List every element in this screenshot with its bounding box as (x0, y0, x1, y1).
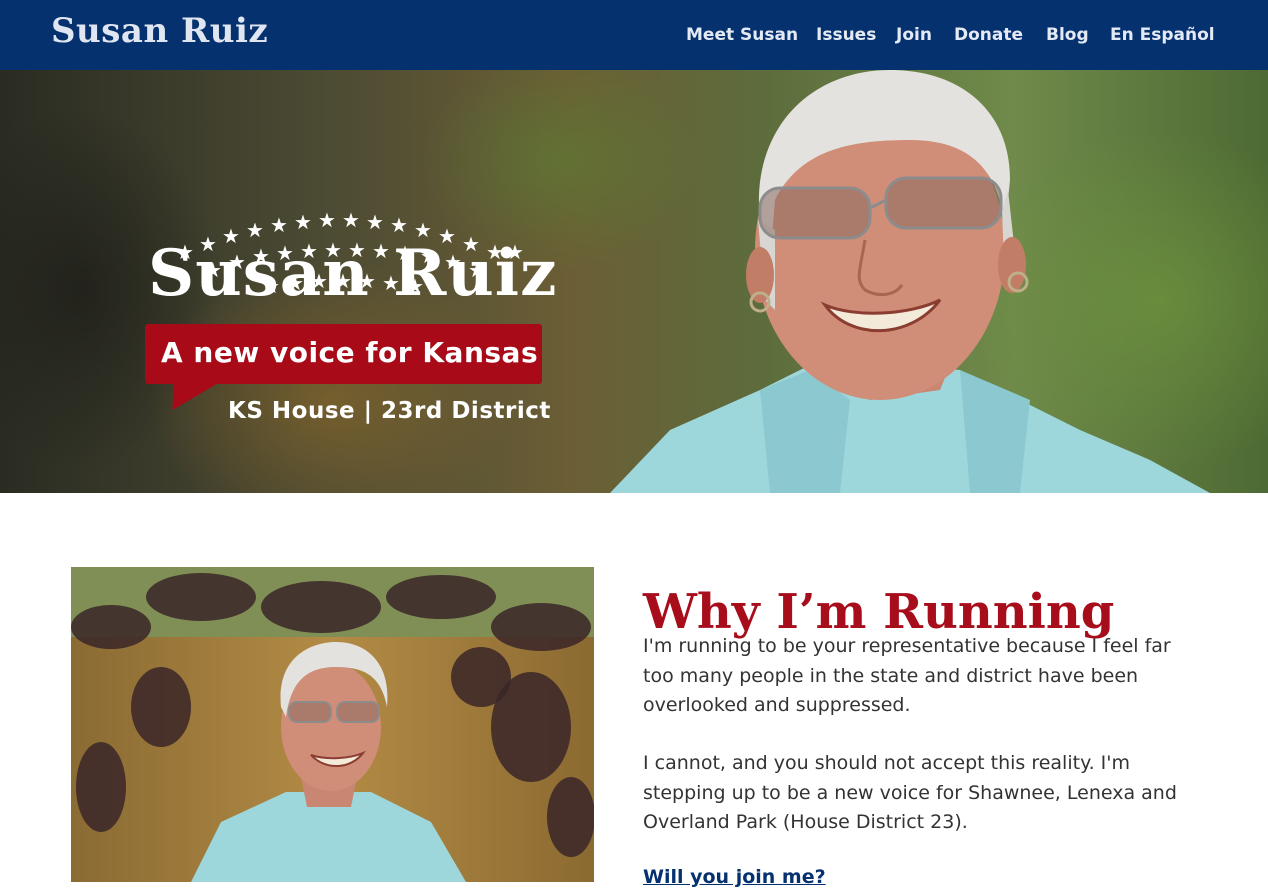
nav-join[interactable]: Join (896, 25, 932, 45)
hero-banner: ★ ★ ★ ★ ★ ★ ★ ★ ★ ★ ★ ★ ★ ★ ★ ★ ★ ★ ★ ★ ★ ★ ★ ★ ★ ★ ★ ★ ★ ★ … (0, 70, 1268, 493)
hero-candidate-name: Susan Ruiz (148, 236, 558, 311)
join-me-link[interactable]: Will you join me? (643, 866, 826, 888)
nav-issues[interactable]: Issues (816, 25, 876, 45)
nav-meet-susan[interactable]: Meet Susan (686, 25, 798, 45)
speech-bubble-tail (162, 380, 224, 410)
top-navbar: Susan Ruiz Meet Susan Issues Join Donate… (0, 0, 1268, 70)
candidate-photo (71, 567, 594, 882)
main-nav: Meet Susan Issues Join Donate Blog En Es… (0, 25, 1268, 49)
district-paragraph: I cannot, and you should not accept this… (643, 752, 1177, 833)
nav-blog[interactable]: Blog (1046, 25, 1089, 45)
hero-district: KS House | 23rd District (228, 398, 551, 424)
nav-en-espanol[interactable]: En Español (1110, 25, 1215, 45)
candidate-photo-image (71, 567, 594, 882)
nav-donate[interactable]: Donate (954, 25, 1023, 45)
hero-portrait-image (610, 70, 1210, 493)
intro-paragraph: I'm running to be your representative be… (643, 635, 1171, 716)
hero-tagline: A new voice for Kansas (161, 336, 539, 369)
